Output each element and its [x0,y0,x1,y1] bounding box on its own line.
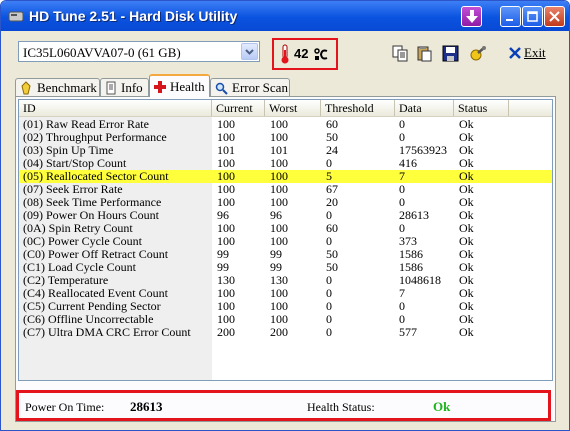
cell-data: 1048618 [399,273,441,287]
tab-health[interactable]: Health [149,74,210,97]
chevron-down-icon [245,48,254,55]
tab-benchmark[interactable]: Benchmark [15,78,100,97]
table-header: ID Current Worst Threshold Data Status [19,100,552,117]
benchmark-icon [21,81,31,95]
app-disk-icon [8,11,24,22]
minimize-button[interactable] [500,6,521,27]
tab-health-label: Health [170,78,205,94]
cell-status: Ok [459,325,474,339]
celsius-icon [314,48,328,60]
health-status-value: Ok [433,399,451,414]
maximize-button[interactable] [522,6,543,27]
down-arrow-icon [465,10,478,23]
health-panel: ID Current Worst Threshold Data Status (… [15,96,556,422]
window-title: HD Tune 2.51 - Hard Disk Utility [29,8,238,24]
health-cross-icon [154,80,166,93]
exit-label: Exit [524,45,546,60]
thermometer-icon [281,44,289,64]
maximize-icon [527,11,538,22]
cell-current: 200 [217,325,235,339]
cell-worst: 200 [270,325,288,339]
close-button[interactable] [544,6,565,27]
cell-id: (C7) Ultra DMA CRC Error Count [23,325,191,339]
download-button[interactable] [461,6,482,27]
drive-select-arrow[interactable] [241,43,258,60]
options-wrench-icon[interactable] [470,45,487,62]
cell-threshold: 0 [326,325,332,339]
smart-attributes-table[interactable]: ID Current Worst Threshold Data Status (… [18,99,553,381]
cell-data: 577 [399,325,417,339]
col-id-header[interactable]: ID [19,100,212,116]
close-icon [549,11,560,22]
app-window: HD Tune 2.51 - Hard Disk Utility IC35L06… [0,0,570,431]
copy-icon[interactable] [392,45,409,62]
col-threshold-header[interactable]: Threshold [321,100,395,116]
col-current-header[interactable]: Current [212,100,265,116]
power-on-label: Power On Time: [25,400,105,414]
health-summary-callout: Power On Time: 28613 Health Status: Ok [16,390,551,421]
info-icon [106,81,116,95]
temperature-callout: 42 [272,38,338,70]
drive-select[interactable]: IC35L060AVVA07-0 (61 GB) [18,41,260,62]
tab-info-label: Info [121,80,143,95]
health-status-label: Health Status: [307,400,375,414]
col-data-header[interactable]: Data [395,100,454,116]
tab-info[interactable]: Info [100,78,149,97]
magnifier-icon [215,82,228,95]
col-status-header[interactable]: Status [454,100,509,116]
tab-benchmark-label: Benchmark [37,80,97,95]
drive-select-value: IC35L060AVVA07-0 (61 GB) [23,45,181,60]
power-on-value: 28613 [130,399,163,414]
tab-error-scan[interactable]: Error Scan [210,78,290,97]
minimize-icon [506,19,513,21]
col-worst-header[interactable]: Worst [265,100,321,116]
temperature-value: 42 [294,46,309,61]
exit-x-icon [509,47,521,59]
exit-button[interactable]: Exit [509,45,546,61]
table-row[interactable]: (C7) Ultra DMA CRC Error Count 200 200 0 577… [19,326,552,339]
save-icon[interactable] [442,45,459,62]
title-bar[interactable]: HD Tune 2.51 - Hard Disk Utility [1,1,569,31]
tab-error-scan-label: Error Scan [232,80,288,95]
paste-icon[interactable] [416,45,433,62]
